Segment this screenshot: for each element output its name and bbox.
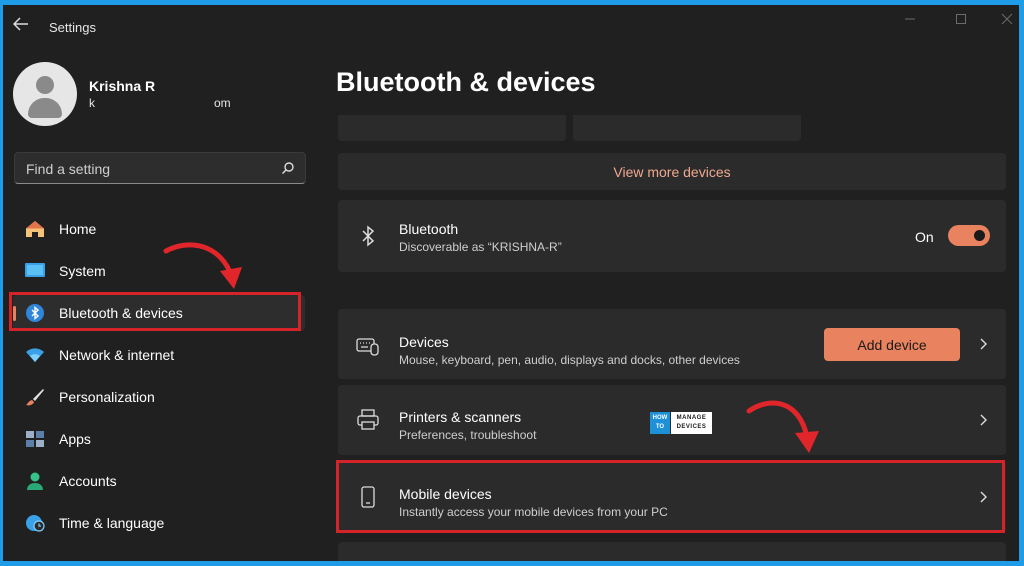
maximize-button[interactable] [951,13,971,29]
sidebar-item-apps[interactable]: Apps [13,421,305,457]
printers-title: Printers & scanners [399,409,522,425]
app-title: Settings [49,20,96,35]
logo-text: TO [655,424,665,430]
avatar-body-shape [28,98,62,118]
highlight-box-mobile-devices [336,460,1005,533]
user-name: Krishna R [89,78,156,94]
settings-window: Settings Krishna R k om Find a setting H… [3,5,1019,561]
logo-text: HOW [652,415,668,421]
bluetooth-icon [362,225,375,247]
wifi-icon [26,348,44,362]
device-tile[interactable] [338,115,566,141]
person-icon [27,472,43,490]
chevron-right-icon[interactable] [978,337,988,351]
sidebar-item-network[interactable]: Network & internet [13,337,305,373]
avatar[interactable] [13,62,77,126]
highlight-box-bluetooth-nav [9,292,301,331]
brush-icon [26,389,44,406]
printers-subtitle: Preferences, troubleshoot [399,428,537,442]
sidebar-item-personalization[interactable]: Personalization [13,379,305,415]
sidebar-item-accounts[interactable]: Accounts [13,463,305,499]
system-icon [25,263,45,277]
add-device-button[interactable]: Add device [824,328,960,361]
user-email-end: om [214,96,231,110]
globe-clock-icon [26,515,45,532]
search-icon[interactable] [281,161,295,175]
add-device-label: Add device [857,337,927,353]
next-setting-card[interactable] [338,542,1006,561]
bluetooth-toggle[interactable] [948,225,990,246]
chevron-right-icon[interactable] [978,413,988,427]
logo-text: DEVICES [676,424,707,430]
bluetooth-subtitle: Discoverable as “KRISHNA-R” [399,240,562,254]
logo-text: MANAGE [676,415,707,421]
back-arrow-icon[interactable] [12,17,33,35]
sidebar-item-label: Time & language [59,515,165,531]
annotation-arrow-nav [163,242,242,289]
device-tile[interactable] [573,115,801,141]
devices-title: Devices [399,334,449,350]
sidebar-item-label: Personalization [59,389,155,405]
howto-manage-devices-logo: HOW TO MANAGE DEVICES [650,412,712,434]
toggle-knob [974,230,985,241]
keyboard-mouse-icon [356,338,379,356]
sidebar-item-label: Accounts [59,473,117,489]
home-icon [26,221,44,237]
avatar-head-shape [36,76,54,94]
page-title: Bluetooth & devices [336,67,596,97]
apps-icon [26,431,44,447]
annotation-arrow-mobile [746,400,819,453]
view-more-label: View more devices [613,164,731,180]
user-email-start: k [89,96,95,110]
sidebar-item-label: Network & internet [59,347,175,363]
sidebar-item-time-language[interactable]: Time & language [13,505,305,541]
sidebar-item-label: Home [59,221,97,237]
view-more-devices-button[interactable]: View more devices [338,153,1006,190]
title-bar: Settings [3,5,1019,45]
sidebar-item-label: Apps [59,431,91,447]
logo-left-panel: HOW TO [650,412,670,434]
search-placeholder: Find a setting [26,161,111,177]
bluetooth-card: Bluetooth Discoverable as “KRISHNA-R” On [338,200,1006,272]
devices-card[interactable]: Devices Mouse, keyboard, pen, audio, dis… [338,309,1006,379]
bluetooth-title: Bluetooth [399,221,459,237]
minimize-button[interactable] [900,13,920,29]
devices-subtitle: Mouse, keyboard, pen, audio, displays an… [399,353,740,367]
logo-right-panel: MANAGE DEVICES [671,412,712,434]
bluetooth-state-label: On [915,229,934,245]
printer-icon [357,409,379,430]
search-input[interactable]: Find a setting [14,152,306,184]
close-button[interactable] [997,13,1017,29]
sidebar-item-label: System [59,263,106,279]
